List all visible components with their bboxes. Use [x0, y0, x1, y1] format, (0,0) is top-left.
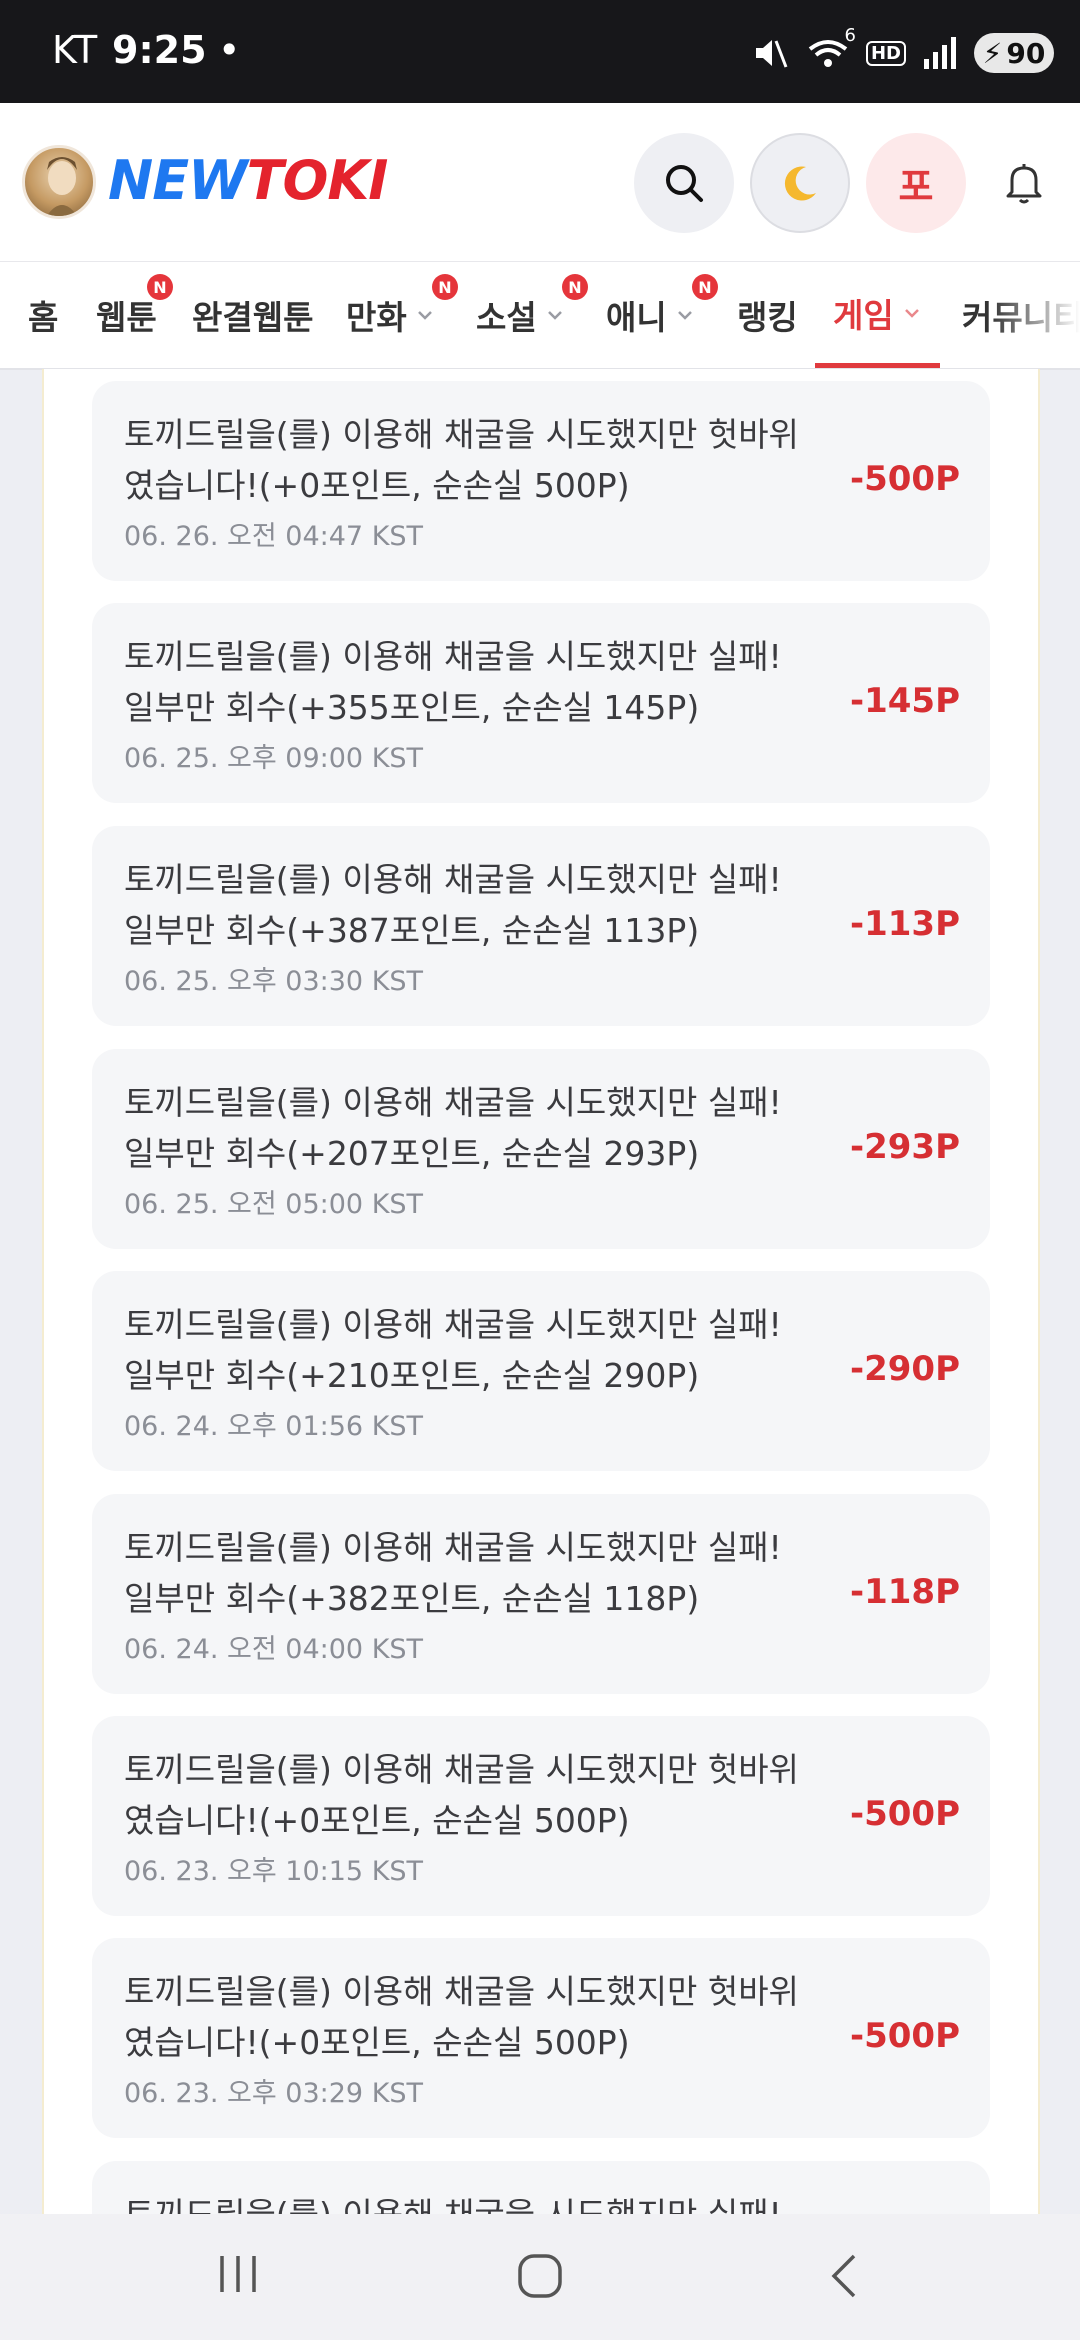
- logo-image[interactable]: [22, 145, 96, 219]
- mute-icon: [750, 33, 790, 73]
- home-icon: [518, 2254, 562, 2298]
- carrier-label: KT: [52, 28, 98, 72]
- entry-amount: -290P: [849, 1349, 960, 1389]
- list-item: 토끼드릴을(를) 이용해 채굴을 시도했지만 헛바위 였습니다!(+0포인트, 순…: [92, 381, 990, 581]
- list-item: 토끼드릴을(를) 이용해 채굴을 시도했지만 실패! 일부만 회수(+382포인트…: [92, 1494, 990, 1694]
- nav-label: 만화: [346, 298, 407, 337]
- entry-description: 토끼드릴을(를) 이용해 채굴을 시도했지만 실패! 일부만 회수(+207포인트…: [124, 1083, 782, 1173]
- search-button[interactable]: [634, 133, 734, 233]
- logo-text-toki: TOKI: [246, 149, 389, 212]
- nav-item-novel[interactable]: 소설: [476, 262, 565, 368]
- dark-mode-toggle[interactable]: [750, 133, 850, 233]
- notification-dot: •: [218, 28, 241, 72]
- entry-amount: -500P: [849, 459, 960, 499]
- entry-amount: -118P: [849, 1572, 960, 1612]
- back-icon: [831, 2254, 856, 2298]
- nav-label: 홈: [28, 298, 59, 337]
- nav-label: 소설: [476, 298, 537, 337]
- entry-description: 토끼드릴을(를) 이용해 채굴을 시도했지만 실패!: [124, 2189, 824, 2214]
- nav-label: 완결웹툰: [192, 298, 314, 337]
- entry-time: 06. 24. 오전 04:00 KST: [124, 1634, 424, 1665]
- recent-apps-icon: [220, 2256, 256, 2292]
- chevron-down-icon: [417, 311, 432, 320]
- bell-icon: [1006, 164, 1042, 204]
- nav-fade: [990, 262, 1080, 368]
- entry-amount: -500P: [849, 2016, 960, 2056]
- hd-badge: HD: [865, 40, 906, 66]
- list-item: 토끼드릴을(를) 이용해 채굴을 시도했지만 실패! 일부만 회수(+355포인트…: [92, 603, 990, 803]
- category-nav: 홈 웹툰 N 완결웹툰 만화 N 소설 N 애니 N 랭킹 게임 커뮤니티: [0, 262, 1080, 370]
- entry-amount: -145P: [849, 681, 960, 721]
- recent-apps-button[interactable]: [216, 2252, 260, 2300]
- entry-description: 토끼드릴을(를) 이용해 채굴을 시도했지만 실패! 일부만 회수(+355포인트…: [124, 637, 782, 727]
- nav-item-completed-webtoon[interactable]: 완결웹툰: [192, 262, 313, 368]
- status-bar: KT 9:25 • 6 HD ⚡ 90: [0, 0, 1080, 103]
- entry-time: 06. 25. 오전 05:00 KST: [124, 1189, 424, 1220]
- entry-time: 06. 23. 오후 03:29 KST: [124, 2078, 424, 2109]
- user-avatar-button[interactable]: 포: [866, 133, 966, 233]
- chevron-down-icon: [677, 311, 692, 320]
- wifi-icon: 6: [806, 25, 856, 73]
- entry-description: 토끼드릴을(를) 이용해 채굴을 시도했지만 헛바위 였습니다!(+0포인트, 순…: [124, 1972, 799, 2062]
- entry-description: 토끼드릴을(를) 이용해 채굴을 시도했지만 실패! 일부만 회수(+387포인트…: [124, 860, 782, 950]
- entry-description: 토끼드릴을(를) 이용해 채굴을 시도했지만 실패! 일부만 회수(+382포인트…: [124, 1528, 782, 1618]
- list-item: 토끼드릴을(를) 이용해 채굴을 시도했지만 헛바위 였습니다!(+0포인트, 순…: [92, 1938, 990, 2138]
- entry-time: 06. 23. 오후 10:15 KST: [124, 1856, 424, 1887]
- site-header: NEWTOKI 포: [0, 103, 1080, 262]
- search-icon: [666, 165, 703, 202]
- point-history-panel: 토끼드릴을(를) 이용해 채굴을 시도했지만 헛바위 였습니다!(+0포인트, 순…: [42, 369, 1040, 2214]
- nav-item-home[interactable]: 홈: [28, 262, 58, 368]
- status-icons: 6 HD ⚡ 90: [750, 25, 1054, 76]
- list-item: 토끼드릴을(를) 이용해 채굴을 시도했지만 실패! 일부만 회수(+210포인트…: [92, 1271, 990, 1471]
- new-badge: N: [562, 274, 588, 300]
- entry-amount: -113P: [849, 904, 960, 944]
- entry-amount: -500P: [849, 1794, 960, 1834]
- nav-item-anime[interactable]: 애니: [606, 262, 695, 368]
- new-badge: N: [432, 274, 458, 300]
- list-item: 토끼드릴을(를) 이용해 채굴을 시도했지만 실패!: [92, 2161, 990, 2214]
- system-nav-bar: [0, 2214, 1080, 2340]
- logo-text-new: NEW: [108, 149, 248, 212]
- entry-description: 토끼드릴을(를) 이용해 채굴을 시도했지만 헛바위 였습니다!(+0포인트, 순…: [124, 415, 799, 505]
- back-button[interactable]: [822, 2252, 866, 2304]
- site-logo[interactable]: NEWTOKI: [108, 149, 389, 212]
- nav-label: 랭킹: [737, 298, 798, 337]
- new-badge: N: [692, 274, 718, 300]
- bolt-icon: ⚡: [982, 36, 1003, 70]
- signal-icon: [922, 35, 958, 71]
- nav-label: 애니: [606, 298, 667, 337]
- notifications-button[interactable]: [1000, 158, 1048, 210]
- chevron-down-icon: [904, 308, 919, 318]
- clock: 9:25: [112, 28, 207, 72]
- nav-item-ranking[interactable]: 랭킹: [737, 262, 798, 368]
- chevron-down-icon: [547, 311, 562, 320]
- nav-label: 게임: [833, 295, 894, 335]
- battery-level: 90: [1006, 36, 1046, 70]
- nav-item-webtoon[interactable]: 웹툰: [96, 262, 157, 368]
- nav-label: 웹툰: [96, 298, 157, 337]
- entry-time: 06. 25. 오후 03:30 KST: [124, 966, 424, 997]
- entry-description: 토끼드릴을(를) 이용해 채굴을 시도했지만 헛바위 였습니다!(+0포인트, 순…: [124, 1750, 799, 1840]
- battery-indicator: ⚡ 90: [974, 33, 1054, 73]
- new-badge: N: [147, 274, 173, 300]
- nav-item-manga[interactable]: 만화: [346, 262, 435, 368]
- list-item: 토끼드릴을(를) 이용해 채굴을 시도했지만 실패! 일부만 회수(+207포인트…: [92, 1049, 990, 1249]
- wifi-label: 6: [844, 25, 856, 46]
- entry-amount: -293P: [849, 1127, 960, 1167]
- entry-time: 06. 24. 오후 01:56 KST: [124, 1411, 424, 1442]
- nav-item-game[interactable]: 게임: [815, 262, 940, 368]
- entry-time: 06. 26. 오전 04:47 KST: [124, 521, 424, 552]
- entry-description: 토끼드릴을(를) 이용해 채굴을 시도했지만 실패! 일부만 회수(+210포인트…: [124, 1305, 782, 1395]
- list-item: 토끼드릴을(를) 이용해 채굴을 시도했지만 헛바위 였습니다!(+0포인트, 순…: [92, 1716, 990, 1916]
- moon-icon: [784, 166, 816, 201]
- entry-time: 06. 25. 오후 09:00 KST: [124, 743, 424, 774]
- home-button[interactable]: [516, 2252, 564, 2304]
- list-item: 토끼드릴을(를) 이용해 채굴을 시도했지만 실패! 일부만 회수(+387포인트…: [92, 826, 990, 1026]
